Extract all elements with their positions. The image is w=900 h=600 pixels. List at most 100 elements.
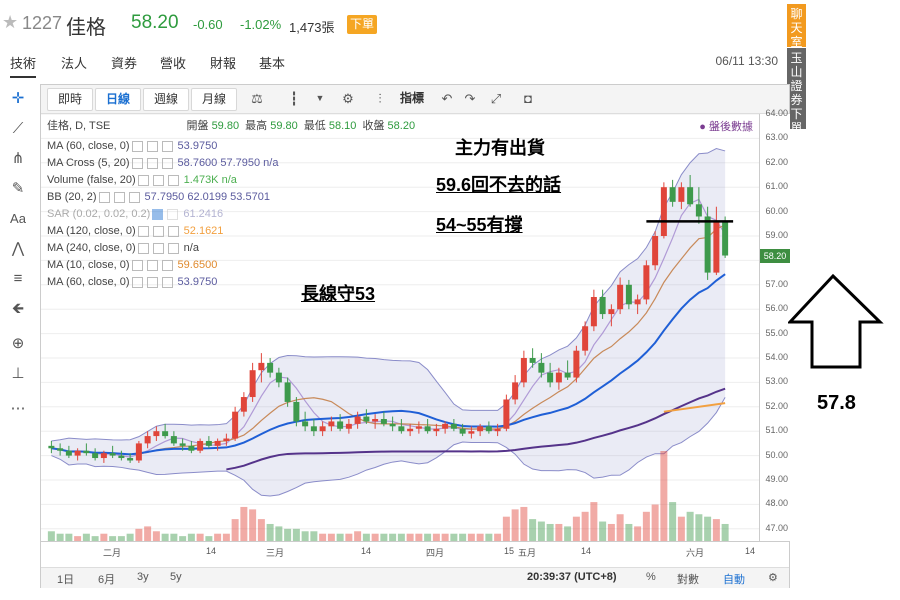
crosshair-icon[interactable]: ✛ [5,86,31,112]
chart-plot-area[interactable]: 佳格, D, TSE 開盤 59.80 最高 59.80 最低 58.10 收盤… [41,114,759,566]
volume-bar [371,533,379,541]
after-hours-data[interactable]: ● 盤後數據 [699,118,753,134]
volume-bar [100,533,108,541]
tab-technical[interactable]: 技術 [10,53,37,78]
range-3y-button[interactable]: 3y [137,571,149,583]
volume-bar [310,531,318,541]
redo-icon[interactable]: ↷ [459,88,481,109]
scale-icon[interactable]: ⚖ [246,88,268,109]
candle-body [354,416,361,424]
candle-body [328,421,335,427]
legend-item[interactable]: BB (20, 2) 57.7950 62.0199 53.5701 [47,189,270,205]
volume-bar [354,531,362,541]
period-intraday-button[interactable]: 即時 [47,88,93,111]
chart-toolbar: 即時 日線 週線 月線 ⚖ ┇ ▼ ⚙ ⫶ 指標 ↶ ↷ ⤢ ◘ [41,85,789,114]
range-5y-button[interactable]: 5y [170,571,182,583]
volume-bar [625,523,633,541]
volume-bar [616,514,624,541]
volume-bar [677,516,685,541]
candle-body [205,440,212,446]
brush-icon[interactable]: ✎ [5,176,31,202]
volume-bar [712,519,720,541]
candle-body [477,426,484,432]
candle-body [713,221,720,273]
volume-bar [327,533,335,541]
volume-bar [187,533,195,541]
zoom-icon[interactable]: ⊕ [5,331,31,357]
legend-item[interactable]: MA Cross (5, 20) 58.7600 57.7950 n/a [47,155,278,171]
pattern-tool-icon[interactable]: ⋀ [5,236,31,262]
order-button[interactable]: 下單 [347,15,377,34]
price-change: -0.60 [193,17,223,32]
candle-body [555,372,562,383]
price-axis-tick: 64.00 [765,108,788,118]
tab-margin[interactable]: 資券 [111,53,137,72]
favorite-star-icon[interactable]: ★ [2,12,18,33]
candle-body [232,411,239,439]
legend-item[interactable]: SAR (0.02, 0.02, 0.2) 61.2416 [47,206,223,222]
period-weekly-button[interactable]: 週線 [143,88,189,111]
trend-line-icon[interactable]: ⟋ [5,116,31,142]
range-1d-button[interactable]: 1日 [57,571,74,587]
price-axis-tick: 50.00 [765,449,788,460]
candle-body [319,426,326,432]
legend-item[interactable]: MA (10, close, 0) 59.6500 [47,257,217,273]
auto-scale-button[interactable]: 自動 [723,571,745,587]
quote-datetime: 06/11 13:30 [715,54,778,68]
legend-item[interactable]: MA (240, close, 0) n/a [47,240,199,256]
fork-tool-icon[interactable]: ⋔ [5,146,31,172]
volume-bar [301,531,309,541]
fibonacci-icon[interactable]: ≡ [5,266,31,292]
tab-institutional[interactable]: 法人 [61,53,87,72]
tab-basic[interactable]: 基本 [259,53,285,72]
candle-body [590,297,597,327]
current-price-tag: 58.20 [760,248,790,263]
camera-icon[interactable]: ◘ [517,88,539,109]
candle-type-icon[interactable]: ┇ [283,88,305,109]
legend-item[interactable]: MA (60, close, 0) 53.9750 [47,274,217,290]
close-label: 收盤 [362,120,385,132]
candle-body [135,443,142,461]
candle-body [424,426,431,432]
range-6m-button[interactable]: 6月 [98,571,115,587]
time-axis[interactable]: 二月 14 三月 14 四月 15 五月 14 六月 14 [41,541,789,568]
log-scale-button[interactable]: 對數 [677,571,699,587]
undo-icon[interactable]: ↶ [436,88,458,109]
tab-revenue[interactable]: 營收 [160,53,186,72]
percent-scale-button[interactable]: % [646,571,656,583]
volume-bar [704,516,712,541]
price-axis-tick: 48.00 [765,498,788,509]
period-monthly-button[interactable]: 月線 [191,88,237,111]
low-label: 最低 [303,120,326,132]
settings-gear-icon[interactable]: ⚙ [768,571,778,584]
indicators-button[interactable]: 指標 [393,88,431,109]
price-axis[interactable]: 64.0063.0062.0061.0060.0059.0058.0057.00… [759,108,790,541]
legend-item[interactable]: Volume (false, 20) 1.473K n/a [47,172,237,188]
volume-bar [467,533,475,541]
fullscreen-icon[interactable]: ⤢ [485,88,507,109]
volume-bar [406,533,414,541]
period-daily-button[interactable]: 日線 [95,88,141,111]
chat-room-tab[interactable]: 聊天室 [787,4,806,49]
chevron-down-icon[interactable]: ▼ [309,88,331,109]
text-tool-icon[interactable]: Aa [5,206,31,232]
candle-body [83,450,90,454]
close-value: 58.20 [387,120,416,132]
candle-body [669,187,676,202]
legend-item[interactable]: MA (60, close, 0) 53.9750 [47,138,217,154]
settings-gear-icon[interactable]: ⚙ [337,88,359,109]
more-icon[interactable]: ⋯ [5,396,31,422]
tab-financials[interactable]: 財報 [210,53,236,72]
open-value: 59.80 [211,120,240,132]
volume-bar [695,514,703,541]
measure-icon[interactable]: ⊥ [5,361,31,387]
high-label: 最高 [245,120,268,132]
indicators-icon[interactable]: ⫶ [369,88,391,109]
volume-bar [660,451,668,541]
candle-body [389,423,396,427]
legend-item[interactable]: MA (120, close, 0) 52.1621 [47,223,223,239]
arrow-left-icon[interactable]: 🡸 [5,296,31,322]
volume-bar [669,502,677,541]
stock-code: 1227 [22,13,63,33]
candle-body [695,204,702,217]
